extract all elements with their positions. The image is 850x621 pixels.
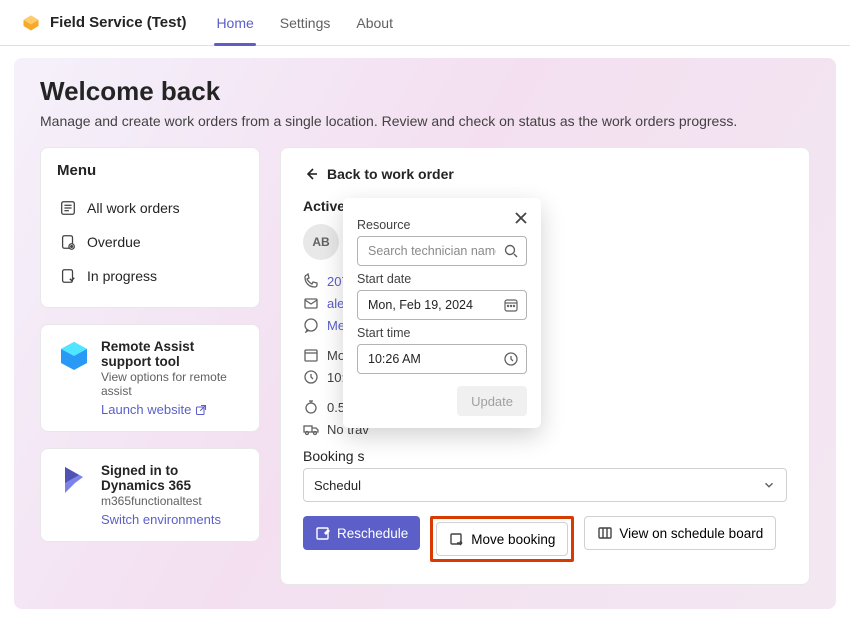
clipboard-alert-icon [59,233,77,251]
time-picker-icon[interactable] [503,351,519,367]
search-icon [503,243,519,259]
dynamics-icon [57,463,91,497]
clock-icon [303,369,319,385]
resource-search-input[interactable] [357,236,527,266]
update-button[interactable]: Update [457,386,527,416]
top-bar: Field Service (Test) Home Settings About [0,0,850,46]
mail-icon [303,295,319,311]
tab-about[interactable]: About [348,0,401,46]
move-booking-button[interactable]: Move booking [436,522,568,556]
close-icon [511,208,531,228]
app-title: Field Service (Test) [50,14,186,31]
date-picker-icon[interactable] [503,297,519,313]
list-icon [59,199,77,217]
calendar-icon [303,347,319,363]
menu-item-label: All work orders [87,200,180,216]
calendar-pen-icon [315,525,331,541]
start-date-label: Start date [357,272,527,286]
remote-assist-title: Remote Assist support tool [101,339,243,369]
signed-in-card: Signed in to Dynamics 365 m365functional… [40,448,260,542]
resource-label: Resource [357,218,527,232]
booking-status-select[interactable]: Schedul [303,468,787,502]
booking-status-label: Booking s [303,448,787,464]
truck-icon [303,421,319,437]
chevron-down-icon [762,478,776,492]
remote-assist-sub: View options for remote assist [101,370,243,398]
move-booking-popup: Resource Start date Start time [343,198,541,428]
app-logo-icon [22,14,40,32]
start-time-label: Start time [357,326,527,340]
board-icon [597,525,613,541]
page-subtitle: Manage and create work orders from a sin… [40,113,810,129]
popup-close-button[interactable] [511,208,531,228]
chat-icon [303,317,319,333]
main-panel: Welcome back Manage and create work orde… [14,58,836,609]
start-time-input[interactable] [357,344,527,374]
menu-item-label: Overdue [87,234,141,250]
hexagon-icon [57,339,91,373]
reschedule-button[interactable]: Reschedule [303,516,420,550]
menu-title: Menu [57,162,243,179]
menu-item-in-progress[interactable]: In progress [57,259,243,293]
menu-item-label: In progress [87,268,157,284]
stopwatch-icon [303,399,319,415]
remote-assist-card: Remote Assist support tool View options … [40,324,260,432]
start-date-input[interactable] [357,290,527,320]
switch-environments-link[interactable]: Switch environments [101,512,221,527]
avatar: AB [303,224,339,260]
signed-in-title: Signed in to Dynamics 365 [101,463,243,493]
page-title: Welcome back [40,76,810,107]
tab-home[interactable]: Home [208,0,261,46]
clipboard-progress-icon [59,267,77,285]
view-on-schedule-board-button[interactable]: View on schedule board [584,516,776,550]
tab-settings[interactable]: Settings [272,0,339,46]
open-link-icon [195,404,207,416]
menu-item-all-work-orders[interactable]: All work orders [57,191,243,225]
back-to-work-order-link[interactable]: Back to work order [303,166,787,182]
calendar-arrow-icon [449,531,465,547]
work-order-card: Back to work order Active booking AB Ale… [280,147,810,585]
phone-icon [303,273,319,289]
menu-item-overdue[interactable]: Overdue [57,225,243,259]
arrow-left-icon [303,166,319,182]
signed-in-sub: m365functionaltest [101,494,243,508]
welcome-block: Welcome back Manage and create work orde… [40,76,810,129]
menu-card: Menu All work orders Overdue [40,147,260,308]
move-booking-highlight: Move booking [430,516,574,562]
launch-website-link[interactable]: Launch website [101,402,207,417]
